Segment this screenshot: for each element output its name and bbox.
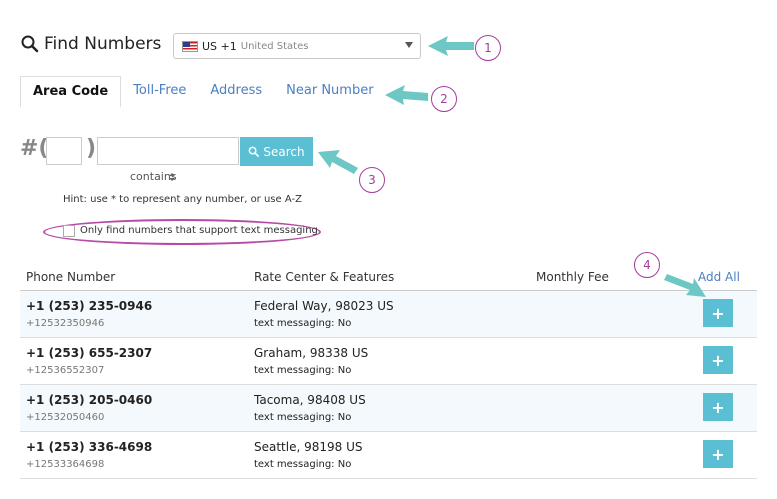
arrow-icon — [664, 274, 706, 297]
callout-4: 4 — [634, 252, 660, 278]
callout-1: 1 — [475, 35, 501, 61]
arrow-icon — [428, 36, 474, 56]
arrow-icon — [385, 85, 428, 105]
annotation-arrows — [318, 36, 706, 297]
callout-2: 2 — [431, 86, 457, 112]
arrow-icon — [318, 150, 358, 174]
callout-3: 3 — [359, 167, 385, 193]
